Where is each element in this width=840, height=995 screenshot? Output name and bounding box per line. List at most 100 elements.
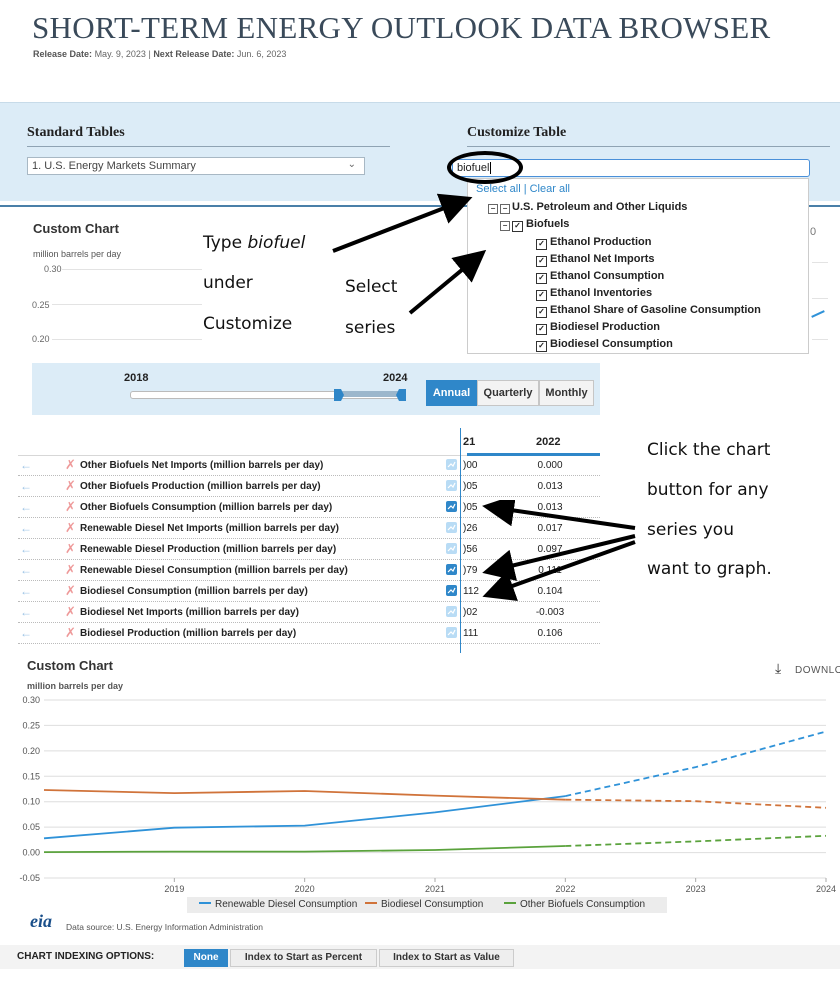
release-label: Release Date:	[33, 49, 93, 59]
series-line-0	[43, 795, 566, 840]
chart-button[interactable]	[446, 543, 457, 554]
checkbox-checked-icon[interactable]: ✓	[536, 324, 547, 335]
tree-item-label: Ethanol Consumption	[550, 270, 665, 282]
arrow-to-series	[408, 249, 487, 315]
select-all-clear-all[interactable]: Select all | Clear all	[476, 183, 570, 195]
remove-icon[interactable]: ✗	[65, 478, 76, 494]
index-none-button[interactable]: None	[184, 949, 228, 967]
chart-button-active[interactable]	[446, 585, 457, 596]
chevron-down-icon: ⌄	[347, 159, 356, 170]
chart-button[interactable]	[446, 480, 457, 491]
tree-item-ethanol-net-imports[interactable]: ✓ Ethanol Net Imports	[536, 253, 655, 267]
checkbox-checked-icon[interactable]: ✓	[536, 341, 547, 352]
next-release-date: Jun. 6, 2023	[236, 49, 287, 59]
move-arrow-icon[interactable]: ←	[20, 605, 32, 619]
quarterly-button[interactable]: Quarterly	[477, 380, 539, 406]
annual-button[interactable]: Annual	[426, 380, 477, 406]
preview-stray-char: 0	[810, 226, 817, 238]
row-value-2022: 0.000	[537, 460, 563, 471]
checkbox-checked-icon[interactable]: ✓	[536, 239, 547, 250]
monthly-button[interactable]: Monthly	[539, 380, 594, 406]
tree-item-ethanol-inventories[interactable]: ✓ Ethanol Inventories	[536, 287, 652, 301]
x-tick-label: 2024	[816, 884, 836, 894]
tree-item-ethanol-share[interactable]: ✓ Ethanol Share of Gasoline Consumption	[536, 304, 761, 318]
move-arrow-icon[interactable]: ←	[20, 542, 32, 556]
annotation-type: Type biofuel	[203, 233, 305, 253]
tree-item-label: Biodiesel Consumption	[550, 338, 673, 350]
tree-node-biofuels[interactable]: − ✓ Biofuels	[500, 218, 569, 232]
chart-button[interactable]	[446, 627, 457, 638]
chart-series	[43, 730, 827, 853]
custom-chart-plot: 0.30 0.25 0.20 0.15 0.10 0.05 0.00 -0.05 2019 202…	[19, 695, 836, 894]
legend-swatch	[199, 902, 211, 904]
remove-icon[interactable]: ✗	[65, 625, 76, 641]
remove-icon[interactable]: ✗	[65, 583, 76, 599]
chart-button[interactable]	[446, 606, 457, 617]
standard-table-select[interactable]: 1. U.S. Energy Markets Summary ⌄	[27, 157, 365, 175]
remove-icon[interactable]: ✗	[65, 604, 76, 620]
chart-grid	[44, 699, 827, 882]
tree-item-biodiesel-production[interactable]: ✓ Biodiesel Production	[536, 321, 660, 335]
row-label: Renewable Diesel Consumption (million ba…	[80, 565, 348, 576]
index-value-button[interactable]: Index to Start as Value	[379, 949, 514, 967]
annotation-arrows-top	[332, 193, 487, 315]
chart-legend: Renewable Diesel Consumption Biodiesel C…	[187, 897, 667, 913]
preview-tick: 0.30	[44, 264, 62, 274]
chart-button[interactable]	[446, 459, 457, 470]
legend-item-renewable-diesel[interactable]: Renewable Diesel Consumption	[199, 899, 357, 910]
customize-table-heading: Customize Table	[467, 125, 567, 140]
move-arrow-icon[interactable]: ←	[20, 521, 32, 535]
remove-icon[interactable]: ✗	[65, 499, 76, 515]
tree-item-label: Ethanol Share of Gasoline Consumption	[550, 304, 761, 316]
standard-table-selected: 1. U.S. Energy Markets Summary	[32, 160, 196, 172]
move-arrow-icon[interactable]: ←	[20, 479, 32, 493]
customize-table-rule	[467, 146, 830, 147]
index-percent-button[interactable]: Index to Start as Percent	[230, 949, 377, 967]
standard-tables-rule	[27, 146, 390, 147]
download-icon[interactable]: ⤓	[775, 660, 781, 677]
y-tick-label: 0.20	[22, 746, 40, 756]
slider-selected-range	[340, 391, 404, 397]
checkbox-checked-icon[interactable]: ✓	[536, 256, 547, 267]
collapse-icon[interactable]: −	[500, 221, 510, 231]
release-date: May. 9, 2023	[94, 49, 146, 59]
move-arrow-icon[interactable]: ←	[20, 584, 32, 598]
series-line-2	[43, 845, 566, 853]
move-arrow-icon[interactable]: ←	[20, 563, 32, 577]
checkbox-checked-icon[interactable]: ✓	[536, 273, 547, 284]
remove-icon[interactable]: ✗	[65, 520, 76, 536]
legend-item-biodiesel[interactable]: Biodiesel Consumption	[365, 899, 483, 910]
chart-button-active[interactable]	[446, 501, 457, 512]
tree-node-root[interactable]: − − U.S. Petroleum and Other Liquids	[488, 201, 687, 214]
chart-button[interactable]	[446, 522, 457, 533]
row-label: Other Biofuels Net Imports (million barr…	[80, 460, 324, 471]
checkbox-checked-icon[interactable]: ✓	[536, 290, 547, 301]
remove-icon[interactable]: ✗	[65, 457, 76, 473]
move-arrow-icon[interactable]: ←	[20, 500, 32, 514]
row-value-2021: )05	[463, 481, 478, 492]
page-title: SHORT-TERM ENERGY OUTLOOK DATA BROWSER	[32, 10, 771, 45]
move-arrow-icon[interactable]: ←	[20, 458, 32, 472]
checkbox-checked-icon[interactable]: ✓	[536, 307, 547, 318]
release-info: Release Date: May. 9, 2023 | Next Releas…	[33, 49, 286, 59]
row-value-2022: 0.013	[537, 481, 563, 492]
checkbox-checked-icon[interactable]: ✓	[512, 221, 523, 232]
remove-icon[interactable]: ✗	[65, 562, 76, 578]
arrow-to-other-biofuels	[482, 500, 636, 530]
preview-gridline	[52, 304, 202, 305]
legend-item-other-biofuels[interactable]: Other Biofuels Consumption	[504, 899, 645, 910]
tree-item-biodiesel-consumption[interactable]: ✓ Biodiesel Consumption	[536, 338, 673, 352]
move-arrow-icon[interactable]: ←	[20, 626, 32, 640]
release-separator: |	[148, 49, 151, 59]
tree-item-ethanol-consumption[interactable]: ✓ Ethanol Consumption	[536, 270, 664, 284]
row-label: Biodiesel Consumption (million barrels p…	[80, 586, 308, 597]
table-row: ← ✗ Other Biofuels Net Imports (million b…	[18, 456, 600, 476]
remove-icon[interactable]: ✗	[65, 541, 76, 557]
tree-item-ethanol-production[interactable]: ✓ Ethanol Production	[536, 236, 651, 250]
download-button[interactable]: DOWNLOAD	[795, 665, 840, 676]
partial-check-icon[interactable]: −	[500, 204, 510, 214]
slider-start-year: 2018	[124, 372, 149, 384]
annotation-click-2: button for any	[647, 480, 769, 500]
highlight-ellipse	[447, 151, 523, 184]
chart-button-active[interactable]	[446, 564, 457, 575]
